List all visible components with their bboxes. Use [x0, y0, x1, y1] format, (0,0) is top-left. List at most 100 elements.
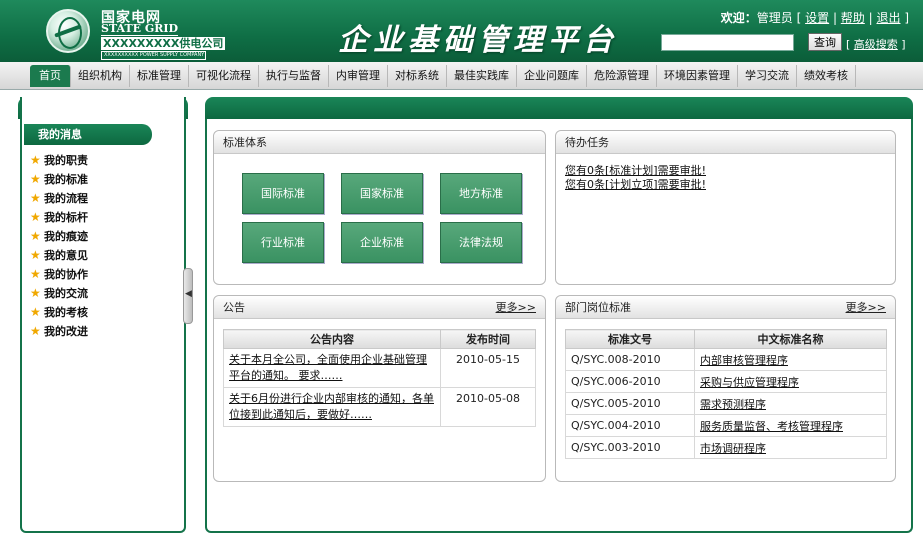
standards-box-title: 标准体系: [214, 131, 545, 154]
advanced-search-link[interactable]: 高级搜索: [854, 38, 898, 51]
table-row: 关于6月份进行企业内部审核的通知，各单位接到此通知后，要做好…… 2010-05…: [223, 387, 536, 427]
nav-item-hazards[interactable]: 危险源管理: [587, 65, 657, 87]
dept-col-code: 标准文号: [565, 329, 695, 349]
sidebar-item-assessment[interactable]: ★ 我的考核: [30, 303, 88, 322]
table-row: Q/SYC.005-2010 需求预测程序: [565, 392, 887, 415]
platform-title: 企业基础管理平台: [338, 23, 618, 58]
sidebar-item-collaboration[interactable]: ★ 我的协作: [30, 265, 88, 284]
notice-date: 2010-05-08: [440, 387, 536, 427]
table-row: 关于本月全公司，全面使用企业基础管理平台的通知。 要求…… 2010-05-15: [223, 348, 536, 388]
dept-col-name: 中文标准名称: [694, 329, 887, 349]
nav-item-learning[interactable]: 学习交流: [738, 65, 797, 87]
nav-item-visual-process[interactable]: 可视化流程: [189, 65, 259, 87]
notice-col-time: 发布时间: [440, 329, 536, 349]
dept-standards-box: 部门岗位标准 更多>> 标准文号 中文标准名称 Q/SYC.008-2010 内…: [555, 295, 896, 482]
notice-col-content: 公告内容: [223, 329, 441, 349]
notice-link[interactable]: 关于本月全公司，全面使用企业基础管理平台的通知。 要求……: [229, 353, 427, 382]
sidebar-item-communication[interactable]: ★ 我的交流: [30, 284, 88, 303]
notice-box-title: 公告 更多>>: [214, 296, 545, 319]
nav-item-issues[interactable]: 企业问题库: [517, 65, 587, 87]
dept-title: 部门岗位标准: [565, 301, 631, 314]
dept-standards-table: 标准文号 中文标准名称 Q/SYC.008-2010 内部审核管理程序 Q/SY…: [565, 329, 887, 459]
main-header-bar: [205, 97, 913, 119]
logout-link[interactable]: 退出: [876, 11, 900, 25]
chevron-left-icon: ◀: [185, 289, 192, 299]
sidebar-item-duties[interactable]: ★ 我的职责: [30, 151, 88, 170]
notice-link[interactable]: 关于6月份进行企业内部审核的通知，各单位接到此通知后，要做好……: [229, 392, 434, 421]
standard-code: Q/SYC.006-2010: [565, 370, 695, 393]
todo-box: 待办任务 您有0条[标准计划]需要审批! 您有0条[计划立项]需要审批!: [555, 130, 896, 285]
sidebar-item-label: 我的标准: [44, 173, 88, 186]
sidebar-item-standards[interactable]: ★ 我的标准: [30, 170, 88, 189]
star-icon: ★: [30, 210, 41, 224]
logo-en-text: STATE GRID: [101, 22, 179, 36]
nav-item-best-practice[interactable]: 最佳实践库: [447, 65, 517, 87]
nav-item-execution[interactable]: 执行与监督: [259, 65, 329, 87]
sidebar-item-processes[interactable]: ★ 我的流程: [30, 189, 88, 208]
notice-title: 公告: [223, 301, 245, 314]
sidebar-item-benchmarks[interactable]: ★ 我的标杆: [30, 208, 88, 227]
nav-item-environment[interactable]: 环境因素管理: [657, 65, 738, 87]
sidebar-item-label: 我的标杆: [44, 211, 88, 224]
industry-standard-button[interactable]: 行业标准: [242, 222, 324, 263]
todo-link-standard-plan[interactable]: 您有0条[标准计划]需要审批!: [565, 164, 706, 178]
standard-name-link[interactable]: 采购与供应管理程序: [700, 376, 799, 389]
standard-code: Q/SYC.004-2010: [565, 414, 695, 437]
star-icon: ★: [30, 305, 41, 319]
intl-standard-button[interactable]: 国际标准: [242, 173, 324, 214]
sidebar-item-label: 我的考核: [44, 306, 88, 319]
search-input[interactable]: [661, 34, 794, 51]
dept-more-link[interactable]: 更多>>: [846, 296, 886, 319]
notice-table: 公告内容 发布时间 关于本月全公司，全面使用企业基础管理平台的通知。 要求…… …: [223, 329, 536, 427]
local-standard-button[interactable]: 地方标准: [440, 173, 522, 214]
standard-name-link[interactable]: 服务质量监督、考核管理程序: [700, 420, 843, 433]
star-icon: ★: [30, 267, 41, 281]
notice-box: 公告 更多>> 公告内容 发布时间 关于本月全公司，全面使用企业基础管理平台的通…: [213, 295, 546, 482]
nav-item-internal-audit[interactable]: 内审管理: [329, 65, 388, 87]
standard-name-link[interactable]: 需求预测程序: [700, 398, 766, 411]
table-row: Q/SYC.004-2010 服务质量监督、考核管理程序: [565, 414, 887, 437]
standard-name-link[interactable]: 市场调研程序: [700, 442, 766, 455]
logo-sub-text: XXXXXXXXXX POWER SUPPLY COMPANY: [101, 51, 206, 60]
nav-item-benchmark[interactable]: 对标系统: [388, 65, 447, 87]
star-icon: ★: [30, 191, 41, 205]
table-row: Q/SYC.008-2010 内部审核管理程序: [565, 348, 887, 371]
search-button[interactable]: 查询: [808, 33, 842, 51]
todo-box-title: 待办任务: [556, 131, 895, 154]
table-row: Q/SYC.006-2010 采购与供应管理程序: [565, 370, 887, 393]
sidebar-collapse-handle[interactable]: ◀: [183, 268, 193, 324]
star-icon: ★: [30, 172, 41, 186]
standard-code: Q/SYC.008-2010: [565, 348, 695, 371]
sidebar-item-label: 我的意见: [44, 249, 88, 262]
standard-code: Q/SYC.005-2010: [565, 392, 695, 415]
nav-item-performance[interactable]: 绩效考核: [797, 65, 856, 87]
star-icon: ★: [30, 153, 41, 167]
help-link[interactable]: 帮助: [841, 11, 865, 25]
sidebar-item-label: 我的协作: [44, 268, 88, 281]
dept-box-title: 部门岗位标准 更多>>: [556, 296, 895, 319]
sidebar-item-opinions[interactable]: ★ 我的意见: [30, 246, 88, 265]
sidebar-item-traces[interactable]: ★ 我的痕迹: [30, 227, 88, 246]
todo-link-plan-approval[interactable]: 您有0条[计划立项]需要审批!: [565, 178, 706, 192]
star-icon: ★: [30, 324, 41, 338]
sidebar-item-label: 我的流程: [44, 192, 88, 205]
username: 管理员: [756, 11, 793, 25]
nav-item-organization[interactable]: 组织机构: [71, 65, 130, 87]
standard-name-link[interactable]: 内部审核管理程序: [700, 354, 788, 367]
star-icon: ★: [30, 229, 41, 243]
sidebar-menu: ★ 我的职责 ★ 我的标准 ★ 我的流程 ★ 我的标杆 ★ 我的痕迹 ★ 我的意见 ★ 我的协…: [30, 151, 88, 341]
sidebar-heading: 我的消息: [24, 124, 152, 145]
nav-item-home[interactable]: 首页: [30, 65, 71, 87]
star-icon: ★: [30, 286, 41, 300]
settings-link[interactable]: 设置: [805, 11, 829, 25]
notice-date: 2010-05-15: [440, 348, 536, 388]
enterprise-standard-button[interactable]: 企业标准: [341, 222, 423, 263]
national-standard-button[interactable]: 国家标准: [341, 173, 423, 214]
sidebar-item-improvement[interactable]: ★ 我的改进: [30, 322, 88, 341]
laws-regulations-button[interactable]: 法律法规: [440, 222, 522, 263]
welcome-bar: 欢迎：管理员 [ 设置 | 帮助 | 退出 ]: [720, 11, 909, 25]
state-grid-logo-icon: [46, 9, 90, 53]
table-row: Q/SYC.003-2010 市场调研程序: [565, 436, 887, 459]
nav-item-standards[interactable]: 标准管理: [130, 65, 189, 87]
notice-more-link[interactable]: 更多>>: [496, 296, 536, 319]
